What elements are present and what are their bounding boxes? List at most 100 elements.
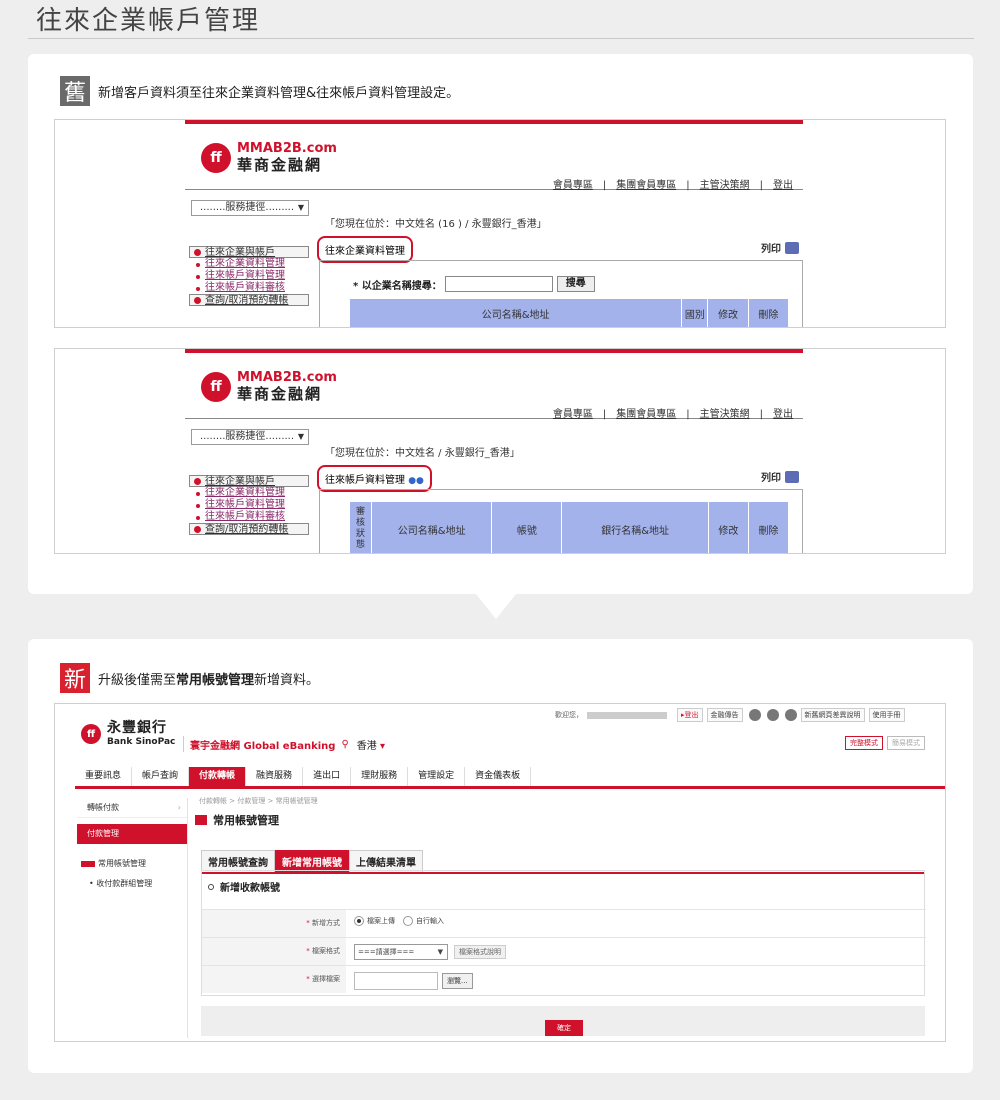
nav-financing[interactable]: 融資服務 <box>246 767 304 786</box>
add-form: 新增收款帳號 * 新增方式 檔案上傳 自行輸入 * 檔案格式 ===請選擇===… <box>201 870 926 996</box>
nav-settings[interactable]: 管理設定 <box>408 767 466 786</box>
section-title-highlight: 往來帳戶資料管理 ●● <box>317 465 432 492</box>
side-menu-head-2[interactable]: 查詢/取消預約轉帳 <box>189 523 309 535</box>
left-item-group[interactable]: • 收付款群組管理 <box>77 874 187 894</box>
old-card: 舊 新增客戶資料須至往來企業資料管理&往來帳戶資料管理設定。 ff MMAB2B… <box>28 54 973 594</box>
row-file-label: 選擇檔案 <box>312 975 340 983</box>
section-title: 往來帳戶資料管理 <box>325 475 405 486</box>
search-input[interactable] <box>444 276 553 292</box>
brand-en: MMAB2B.com <box>237 370 337 385</box>
new-note-suffix: 新增資料。 <box>254 672 320 688</box>
service-select[interactable]: ........服務捷徑......... ▼ <box>191 429 309 445</box>
side-head2-label: 查詢/取消預約轉帳 <box>205 294 289 306</box>
nav-import-export[interactable]: 進出口 <box>303 767 352 786</box>
region-value: 香港 <box>356 740 377 752</box>
radio-manual-input[interactable] <box>403 916 413 926</box>
caret-down-icon: ▼ <box>297 203 304 212</box>
format-help-button[interactable]: 檔案格式說明 <box>454 945 506 959</box>
col-delete: 刪除 <box>747 298 790 327</box>
form-footer: 確定 <box>201 1006 925 1036</box>
nav-payment[interactable]: 付款轉帳 <box>189 767 247 786</box>
old-label: 舊 新增客戶資料須至往來企業資料管理&往來帳戶資料管理設定。 <box>60 76 459 106</box>
nav-group-member[interactable]: 集團會員專區 <box>606 409 686 420</box>
search-button[interactable]: 搜尋 <box>556 276 595 292</box>
section-title: 往來企業資料管理 <box>325 246 405 257</box>
nav-logout[interactable]: 登出 <box>763 180 803 191</box>
side-item-account[interactable]: 往來帳戶資料管理 <box>189 270 309 282</box>
tab-add[interactable]: 新增常用帳號 <box>275 850 349 872</box>
format-select-value: ===請選擇=== <box>358 948 415 956</box>
social-icon-1[interactable] <box>748 709 761 721</box>
page-title: 往來企業帳戶管理 <box>36 6 261 36</box>
mmab2b-logo: ff MMAB2B.com 華商金融網 <box>201 142 337 174</box>
down-arrow-pointer <box>476 594 516 619</box>
nav-dashboard[interactable]: 資金儀表板 <box>465 767 532 786</box>
flag-icon <box>81 860 95 867</box>
nav-manager[interactable]: 主管決策網 <box>690 409 760 420</box>
tab-query[interactable]: 常用帳號查詢 <box>201 850 275 872</box>
side-item-review[interactable]: 往來帳戶資料審核 <box>189 511 309 523</box>
nav-group-member[interactable]: 集團會員專區 <box>606 180 686 191</box>
region-select[interactable]: 香港 ▾ <box>357 737 385 752</box>
print-button[interactable]: 列印 <box>761 469 799 484</box>
side-item-company[interactable]: 往來企業資料管理 <box>189 258 309 270</box>
format-select[interactable]: ===請選擇=== ▼ <box>354 944 448 960</box>
new-note-bold: 常用帳號管理 <box>176 672 255 688</box>
title-divider <box>28 38 974 39</box>
side-item-account[interactable]: 往來帳戶資料管理 <box>189 499 309 511</box>
print-button[interactable]: 列印 <box>761 240 799 255</box>
manual-link[interactable]: 使用手冊 <box>868 708 905 722</box>
nav-account[interactable]: 帳戶查詢 <box>132 767 190 786</box>
diff-link[interactable]: 新舊網頁差異說明 <box>800 708 865 722</box>
bullet-icon <box>194 477 201 485</box>
section-title-highlight: 往來企業資料管理 <box>317 236 413 263</box>
simple-mode-button[interactable]: 簡易模式 <box>887 736 925 750</box>
nav-wealth[interactable]: 理財服務 <box>351 767 409 786</box>
tab-upload-results[interactable]: 上傳結果清單 <box>349 850 423 872</box>
bullet-icon <box>194 296 201 304</box>
nav-logout[interactable]: 登出 <box>763 409 803 420</box>
side-head-label: 往來企業與帳戶 <box>205 475 275 487</box>
sp-top-bar: 歡迎您， ▸登出 金融傳告 新舊網頁差異說明 使用手冊 <box>555 708 905 722</box>
left-item-payment-mgmt[interactable]: 付款管理 <box>77 824 187 844</box>
full-mode-button[interactable]: 完整模式 <box>845 736 883 750</box>
nav-member[interactable]: 會員專區 <box>543 409 603 420</box>
side-menu-head[interactable]: 往來企業與帳戶 <box>189 246 309 258</box>
left-item-transfer[interactable]: 轉帳付款 › <box>77 798 187 818</box>
left-item-transfer-label: 轉帳付款 <box>87 803 119 812</box>
radio-file-upload[interactable] <box>354 916 364 926</box>
col-company: 公司名稱&地址 <box>348 298 683 327</box>
browse-button[interactable]: 瀏覽... <box>442 973 473 989</box>
nav-member[interactable]: 會員專區 <box>543 180 603 191</box>
bullet-icon <box>194 525 201 533</box>
left-item-common-account[interactable]: 常用帳號管理 <box>77 854 187 874</box>
logout-link[interactable]: ▸登出 <box>677 708 703 722</box>
side-item-review[interactable]: 往來帳戶資料審核 <box>189 282 309 294</box>
nav-important[interactable]: 重要訊息 <box>75 767 133 786</box>
col-delete: 刪除 <box>747 501 790 553</box>
service-select[interactable]: ........服務捷徑......... ▼ <box>191 200 309 216</box>
confirm-button[interactable]: 確定 <box>545 1020 583 1036</box>
caret-down-icon: ▼ <box>297 432 304 441</box>
service-select-value: ........服務捷徑......... <box>200 202 295 213</box>
file-path-input[interactable] <box>354 972 438 990</box>
row-method: * 新增方式 檔案上傳 自行輸入 <box>202 909 926 937</box>
old-badge: 舊 <box>60 76 90 106</box>
social-icon-3[interactable] <box>784 709 797 721</box>
brand-zh: 華商金融網 <box>237 156 323 174</box>
circle-icon <box>208 883 214 890</box>
welcome-text: 歡迎您， <box>555 711 583 719</box>
social-icon-2[interactable] <box>766 709 779 721</box>
side-item-company[interactable]: 往來企業資料管理 <box>189 487 309 499</box>
ebank-name: 寰宇金融網 Global eBanking <box>190 740 336 752</box>
breadcrumb: 付款轉帳 > 付款管理 > 常用帳號管理 <box>199 797 318 805</box>
content-title-text: 常用帳號管理 <box>213 814 279 827</box>
caret-down-icon: ▼ <box>437 948 443 956</box>
row-format: * 檔案格式 ===請選擇=== ▼ 檔案格式說明 <box>202 937 926 965</box>
side-menu-head-2[interactable]: 查詢/取消預約轉帳 <box>189 294 309 306</box>
nav-manager[interactable]: 主管決策網 <box>690 180 760 191</box>
left-menu: 轉帳付款 › 付款管理 常用帳號管理 • 收付款群組管理 <box>77 798 187 894</box>
brand-zh: 華商金融網 <box>237 385 323 403</box>
side-menu-head[interactable]: 往來企業與帳戶 <box>189 475 309 487</box>
finance-notice-link[interactable]: 金融傳告 <box>706 708 743 722</box>
